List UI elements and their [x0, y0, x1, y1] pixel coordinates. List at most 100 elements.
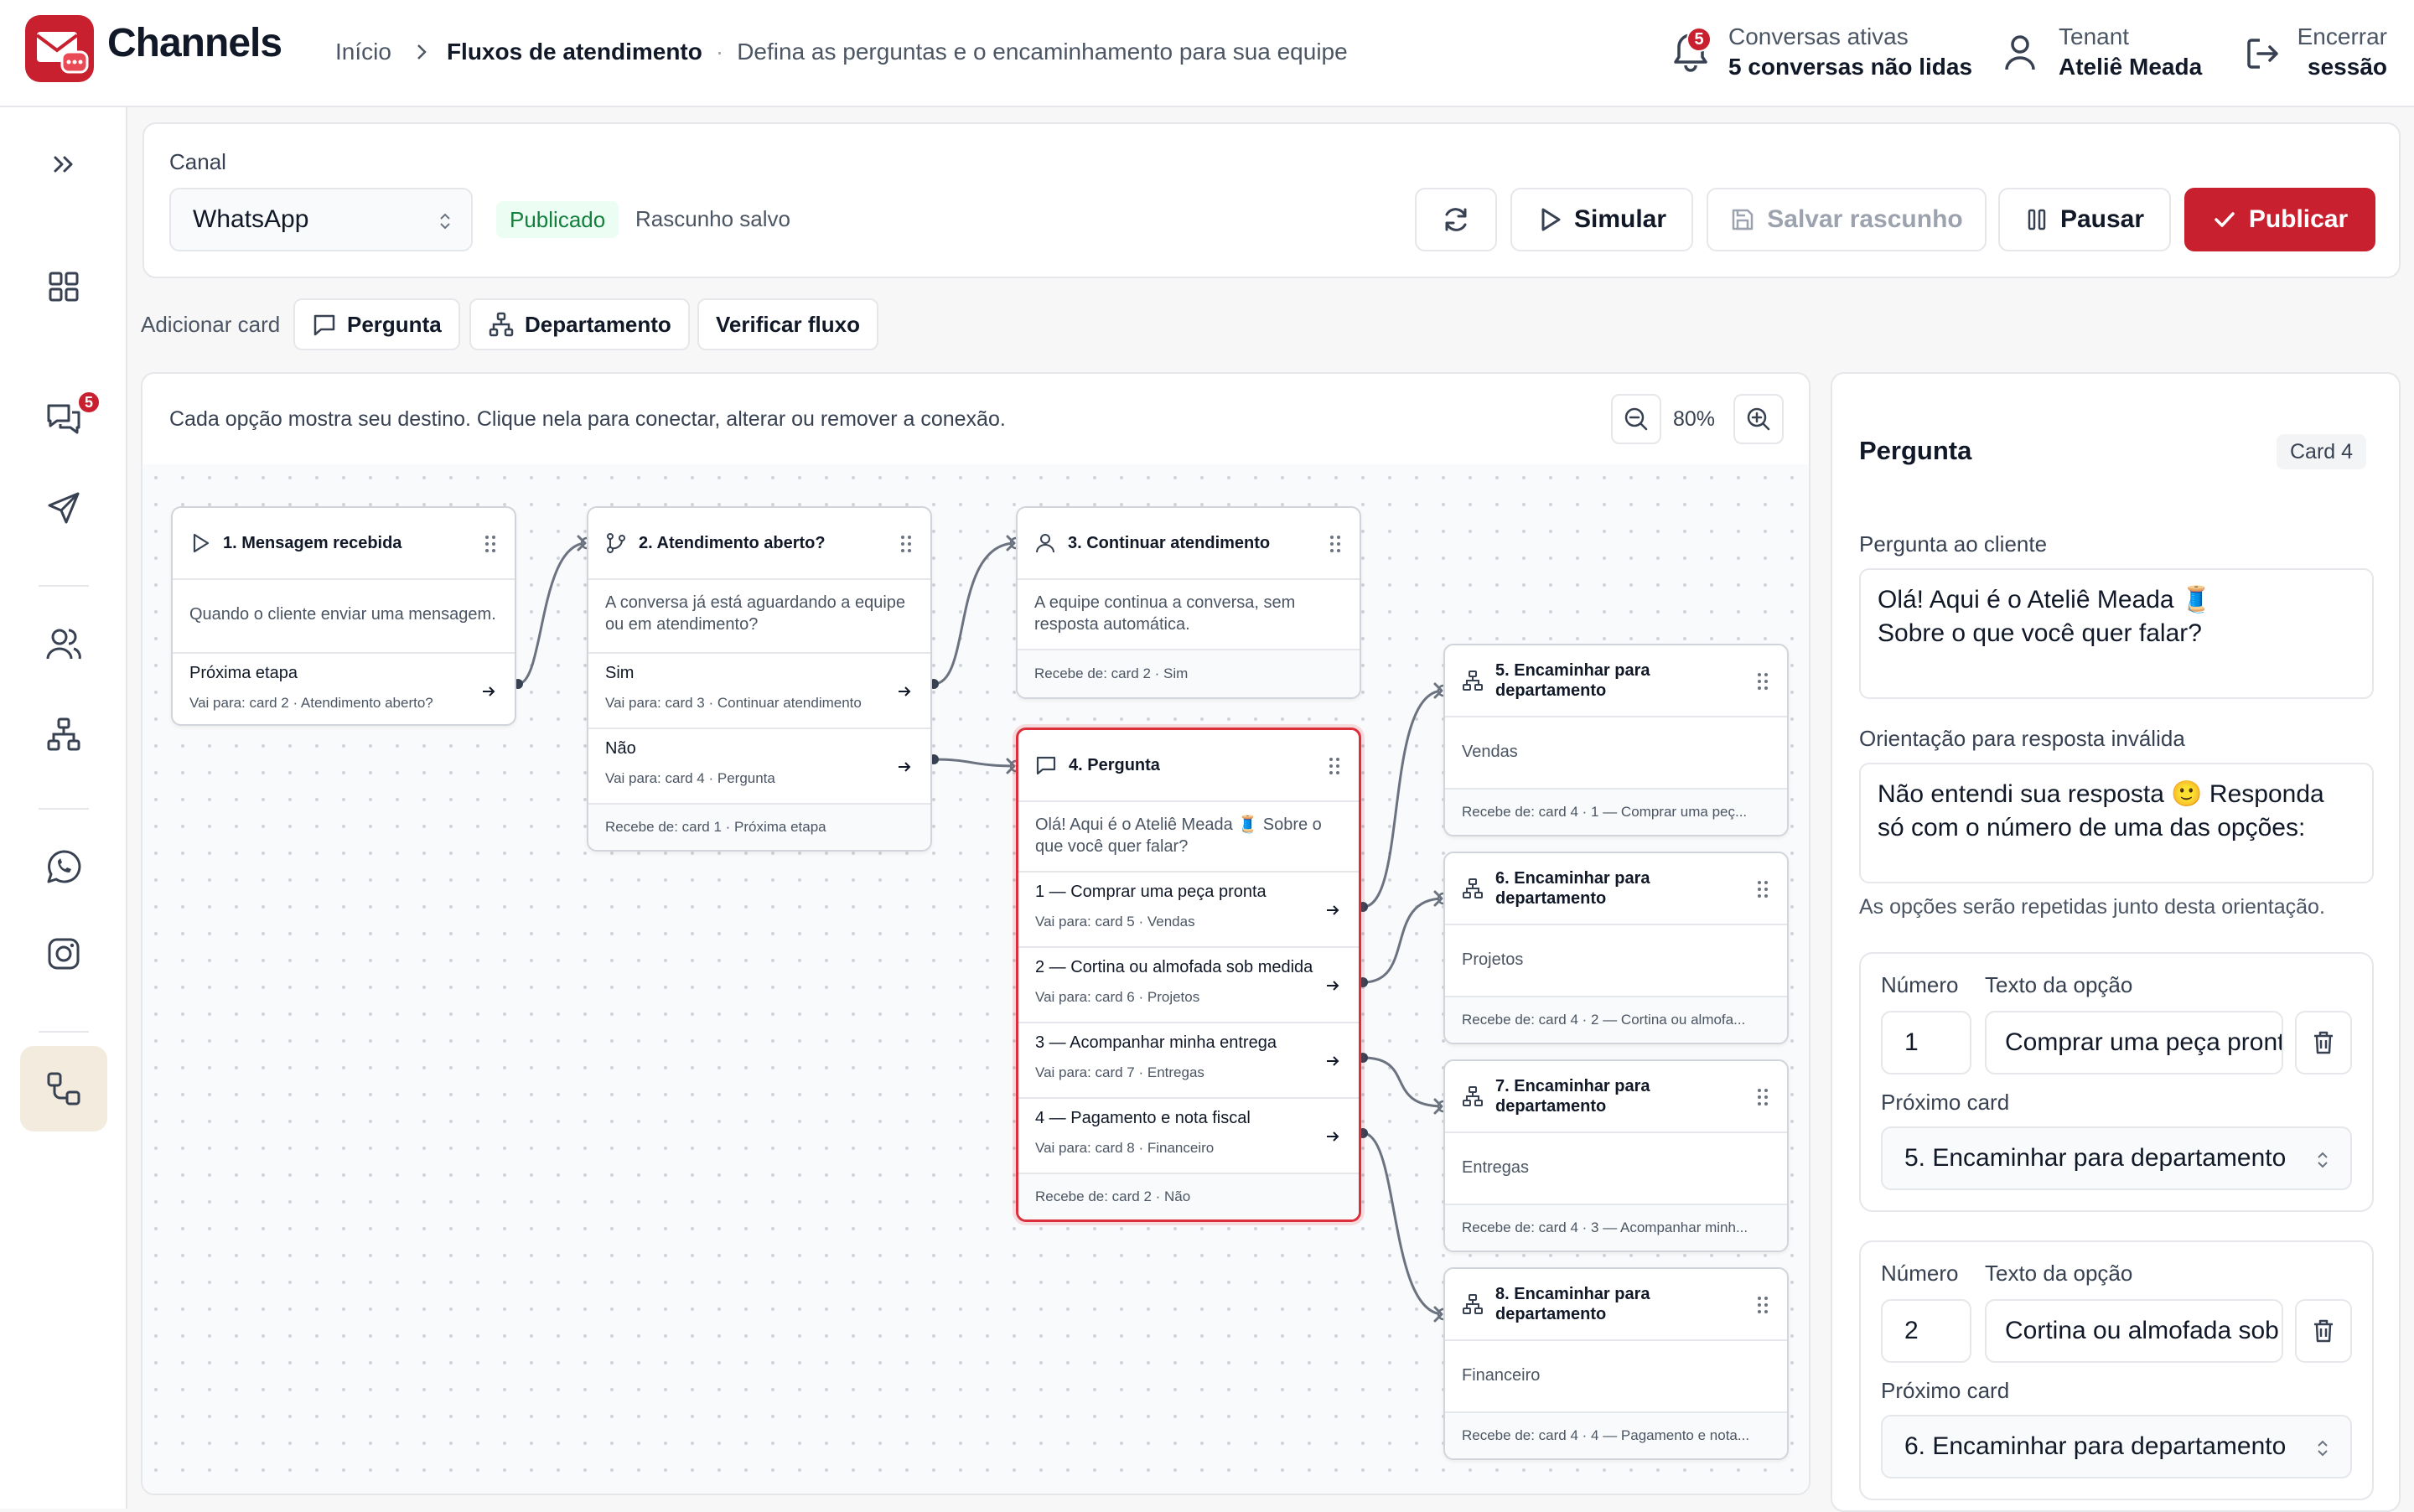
save-draft-button[interactable]: Salvar rascunho — [1707, 188, 1987, 251]
option-label: 2 — Cortina ou almofada sob medida — [1035, 958, 1313, 976]
verify-flow-button[interactable]: Verificar fluxo — [697, 298, 878, 350]
card-option[interactable]: Sim Vai para: card 3 · Continuar atendim… — [588, 652, 930, 728]
flow-icon — [45, 1070, 82, 1107]
flow-card-3[interactable]: 3. Continuar atendimento A equipe contin… — [1016, 506, 1361, 699]
dashboard-grid-icon[interactable] — [42, 265, 85, 308]
department-icon — [1462, 670, 1484, 691]
card-header: 2. Atendimento aberto? — [588, 508, 930, 580]
card-title: 6. Encaminhar para departamento — [1495, 869, 1650, 908]
add-department-button[interactable]: Departamento — [469, 298, 690, 350]
tenant-info[interactable]: Tenant Ateliê Meada — [2059, 22, 2202, 82]
refresh-button[interactable] — [1415, 188, 1497, 251]
card-body: Vendas — [1462, 743, 1518, 761]
flow-card-6[interactable]: 6. Encaminhar para departamento Projetos… — [1443, 852, 1789, 1044]
drag-handle-icon[interactable] — [484, 535, 496, 553]
flow-card-5[interactable]: 5. Encaminhar para departamento Vendas R… — [1443, 644, 1789, 836]
conversations-icon[interactable]: 5 — [42, 391, 101, 441]
arrow-right-icon — [1325, 1129, 1340, 1144]
option-label: Não — [605, 739, 636, 758]
option-text-input[interactable]: Cortina ou almofada sob medida — [1985, 1299, 2283, 1363]
card-title: 4. Pergunta — [1069, 756, 1160, 774]
channel-select-value: WhatsApp — [193, 205, 309, 233]
add-question-button[interactable]: Pergunta — [293, 298, 460, 350]
card-header: 3. Continuar atendimento — [1018, 508, 1360, 580]
pause-button[interactable]: Pausar — [1998, 188, 2171, 251]
notifications-button[interactable]: 5 — [1671, 25, 1713, 75]
logout-button[interactable]: Encerrar sessão — [2297, 22, 2387, 82]
send-icon[interactable] — [42, 486, 85, 530]
card-option[interactable]: 2 — Cortina ou almofada sob medida Vai p… — [1018, 946, 1359, 1022]
flow-card-8[interactable]: 8. Encaminhar para departamento Financei… — [1443, 1267, 1789, 1460]
publish-button[interactable]: Publicar — [2184, 188, 2375, 251]
drag-handle-icon[interactable] — [1757, 1088, 1769, 1106]
drag-handle-icon[interactable] — [1329, 535, 1341, 553]
add-department-label: Departamento — [525, 311, 671, 337]
card-option[interactable]: Não Vai para: card 4 · Pergunta — [588, 728, 930, 803]
app-logo-icon — [25, 15, 94, 82]
channel-toolbar: Canal WhatsApp Publicado Rascunho salvo … — [142, 122, 2401, 278]
flow-card-1[interactable]: 1. Mensagem recebida Quando o cliente en… — [171, 506, 516, 726]
whatsapp-icon[interactable] — [42, 845, 85, 888]
card-header: 5. Encaminhar para departamento — [1445, 645, 1787, 717]
contacts-icon[interactable] — [42, 622, 85, 665]
drag-handle-icon[interactable] — [1757, 672, 1769, 691]
flow-card-2[interactable]: 2. Atendimento aberto? A conversa já est… — [587, 506, 932, 852]
channel-select[interactable]: WhatsApp — [169, 188, 473, 251]
expand-sidebar-icon[interactable] — [42, 142, 85, 186]
department-icon — [1462, 1293, 1484, 1315]
next-card-value: 5. Encaminhar para departamento — [1904, 1144, 2287, 1172]
option-editor-2: Número Texto da opção 2 Cortina ou almof… — [1859, 1240, 2374, 1500]
flow-canvas[interactable]: 1. Mensagem recebida Quando o cliente en… — [142, 464, 1809, 1494]
save-icon — [1730, 207, 1755, 232]
notification-count-badge: 5 — [1686, 27, 1712, 52]
arrow-right-icon — [481, 684, 496, 699]
card-header: 7. Encaminhar para departamento — [1445, 1061, 1787, 1133]
breadcrumb-home[interactable]: Início — [335, 39, 391, 65]
option-text-value: Comprar uma peça pronta — [2005, 1028, 2283, 1056]
next-card-select[interactable]: 5. Encaminhar para departamento — [1881, 1126, 2352, 1190]
delete-option-button[interactable] — [2295, 1299, 2352, 1363]
arrow-right-icon — [1325, 1054, 1340, 1069]
option-number-input[interactable]: 2 — [1881, 1299, 1971, 1363]
drag-handle-icon[interactable] — [1329, 757, 1340, 775]
delete-option-button[interactable] — [2295, 1011, 2352, 1074]
card-option[interactable]: 1 — Comprar uma peça pronta Vai para: ca… — [1018, 871, 1359, 946]
card-body: Financeiro — [1462, 1366, 1541, 1385]
verify-flow-label: Verificar fluxo — [716, 311, 860, 337]
option-number-input[interactable]: 1 — [1881, 1011, 1971, 1074]
card-footer: Recebe de: card 4 · 3 — Acompanhar minh.… — [1445, 1204, 1787, 1251]
drag-handle-icon[interactable] — [1757, 880, 1769, 898]
card-option[interactable]: 3 — Acompanhar minha entrega Vai para: c… — [1018, 1022, 1359, 1097]
drag-handle-icon[interactable] — [1757, 1296, 1769, 1314]
card-body: Entregas — [1462, 1158, 1530, 1177]
zoom-out-button[interactable] — [1611, 394, 1661, 444]
connector-4-7 — [1362, 1056, 1444, 1108]
zoom-in-button[interactable] — [1733, 394, 1784, 444]
card-option[interactable]: 4 — Pagamento e nota fiscal Vai para: ca… — [1018, 1097, 1359, 1173]
instagram-icon[interactable] — [42, 932, 85, 976]
option-text-input[interactable]: Comprar uma peça pronta — [1985, 1011, 2283, 1074]
invalid-response-textarea[interactable]: Não entendi sua resposta 🙂 Responda só c… — [1859, 763, 2374, 883]
arrow-right-icon — [897, 684, 912, 699]
logout-label-1: Encerrar — [2297, 23, 2387, 49]
breadcrumb: Início Fluxos de atendimento · Defina as… — [335, 39, 1348, 65]
departments-icon[interactable] — [42, 712, 85, 756]
next-card-select[interactable]: 6. Encaminhar para departamento — [1881, 1415, 2352, 1478]
card-body: Quando o cliente enviar uma mensagem. — [189, 605, 496, 624]
card-option[interactable]: Próxima etapa Vai para: card 2 · Atendim… — [173, 652, 515, 724]
card-title: 7. Encaminhar para departamento — [1495, 1077, 1650, 1116]
card-header: 6. Encaminhar para departamento — [1445, 853, 1787, 925]
option-destination: Vai para: card 3 · Continuar atendimento — [605, 695, 862, 711]
logout-label-2: sessão — [2308, 54, 2387, 80]
drag-handle-icon[interactable] — [900, 535, 912, 553]
flow-card-4[interactable]: 4. Pergunta Olá! Aqui é o Ateliê Meada 🧵… — [1016, 728, 1361, 1222]
question-textarea[interactable]: Olá! Aqui é o Ateliê Meada 🧵 Sobre o que… — [1859, 568, 2374, 699]
brand-name: Channels — [107, 21, 282, 65]
simulate-button[interactable]: Simular — [1510, 188, 1693, 251]
flow-card-7[interactable]: 7. Encaminhar para departamento Entregas… — [1443, 1059, 1789, 1252]
sidebar-item-flows[interactable] — [20, 1046, 107, 1131]
logout-icon[interactable] — [2245, 35, 2282, 72]
active-conversations[interactable]: Conversas ativas 5 conversas não lidas — [1728, 22, 1972, 82]
tenant-name: Ateliê Meada — [2059, 54, 2203, 80]
next-card-value: 6. Encaminhar para departamento — [1904, 1432, 2287, 1460]
